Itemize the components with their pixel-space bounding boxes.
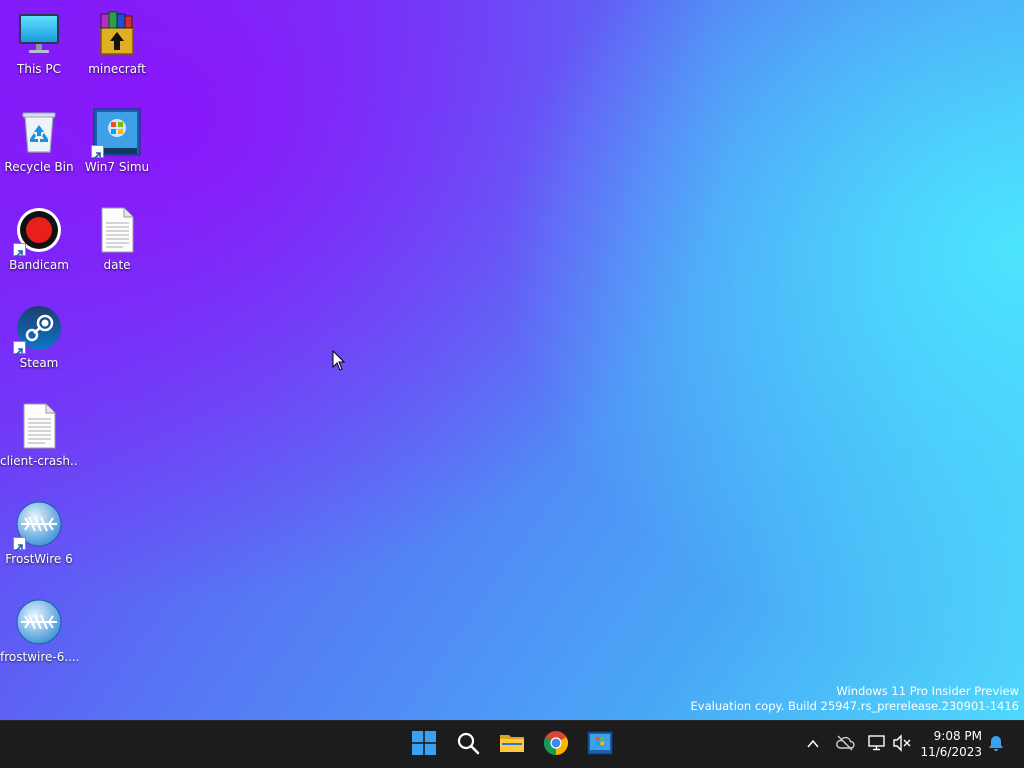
bandicam-record-icon [13, 206, 63, 258]
recycle-bin-icon [15, 108, 63, 156]
notification-center-button[interactable] [984, 733, 1008, 757]
steam-icon [13, 304, 63, 356]
volume-muted-icon [892, 734, 912, 756]
desktop-icon-label: minecraft [88, 62, 146, 76]
frostwire-installer-icon [15, 598, 63, 646]
win7-simulator-icon [91, 108, 141, 160]
desktop-icon-frostwire-6[interactable]: FrostWire 6 [0, 494, 78, 586]
network-icon [867, 734, 887, 756]
chrome-button[interactable] [536, 725, 576, 765]
bell-icon [987, 734, 1005, 756]
frostwire-icon [13, 500, 63, 552]
file-explorer-button[interactable] [492, 725, 532, 765]
network-tray-button[interactable] [865, 733, 889, 757]
clock-time: 9:08 PM [933, 729, 982, 743]
desktop-icon-label: date [103, 258, 131, 272]
desktop-icon-label: Bandicam [9, 258, 69, 272]
desktop-icon-bandicam[interactable]: Bandicam [0, 200, 78, 292]
folder-icon [499, 731, 525, 759]
desktop-icon-label: Steam [19, 356, 59, 370]
desktop-icon-client-crash[interactable]: client-crash... [0, 396, 78, 488]
desktop-icon-label: frostwire-6.... [0, 650, 78, 664]
desktop-icon-win7-simu[interactable]: Win7 Simu [78, 102, 156, 194]
winrar-archive-icon [93, 10, 141, 58]
desktop-icon-label: Win7 Simu [84, 160, 150, 174]
desktop-icon-recycle-bin[interactable]: Recycle Bin [0, 102, 78, 194]
chevron-up-icon [806, 736, 820, 755]
clock[interactable]: 9:08 PM 11/6/2023 [920, 728, 982, 760]
desktop-icon-minecraft[interactable]: minecraft [78, 4, 156, 96]
onedrive-tray-button[interactable] [833, 733, 857, 757]
start-button[interactable] [404, 725, 444, 765]
evaluation-watermark: Windows 11 Pro Insider Preview Evaluatio… [691, 684, 1019, 714]
windows-start-icon [412, 731, 436, 759]
shortcut-arrow-icon [13, 537, 26, 552]
desktop-icon-steam[interactable]: Steam [0, 298, 78, 390]
onedrive-offline-icon [835, 735, 855, 755]
desktop-icon-frostwire-installer[interactable]: frostwire-6.... [0, 592, 78, 684]
clock-date: 11/6/2023 [920, 745, 982, 759]
shortcut-arrow-icon [13, 243, 26, 258]
desktop[interactable]: This PC minecraft Recycle Bin Win7 Simu … [0, 0, 1024, 720]
chrome-icon [543, 730, 569, 760]
watermark-line-1: Windows 11 Pro Insider Preview [836, 684, 1019, 698]
win7-simu-taskbar-button[interactable] [580, 725, 620, 765]
shortcut-arrow-icon [91, 145, 104, 160]
taskbar: 9:08 PM 11/6/2023 [0, 720, 1024, 768]
desktop-icon-label: This PC [17, 62, 61, 76]
desktop-icon-label: client-crash... [0, 454, 78, 468]
desktop-icon-date[interactable]: date [78, 200, 156, 292]
desktop-icon-this-pc[interactable]: This PC [0, 4, 78, 96]
monitor-icon [15, 10, 63, 58]
desktop-icon-label: Recycle Bin [4, 160, 74, 174]
text-document-icon [15, 402, 63, 450]
shortcut-arrow-icon [13, 341, 26, 356]
volume-tray-button[interactable] [890, 733, 914, 757]
win7-simulator-icon [587, 731, 613, 759]
desktop-icon-label: FrostWire 6 [5, 552, 73, 566]
text-document-icon [93, 206, 141, 254]
show-hidden-icons-button[interactable] [801, 733, 825, 757]
watermark-line-2: Evaluation copy. Build 25947.rs_prerelea… [690, 699, 1019, 713]
search-icon [456, 731, 480, 759]
search-button[interactable] [448, 725, 488, 765]
mouse-cursor-icon [332, 349, 346, 372]
